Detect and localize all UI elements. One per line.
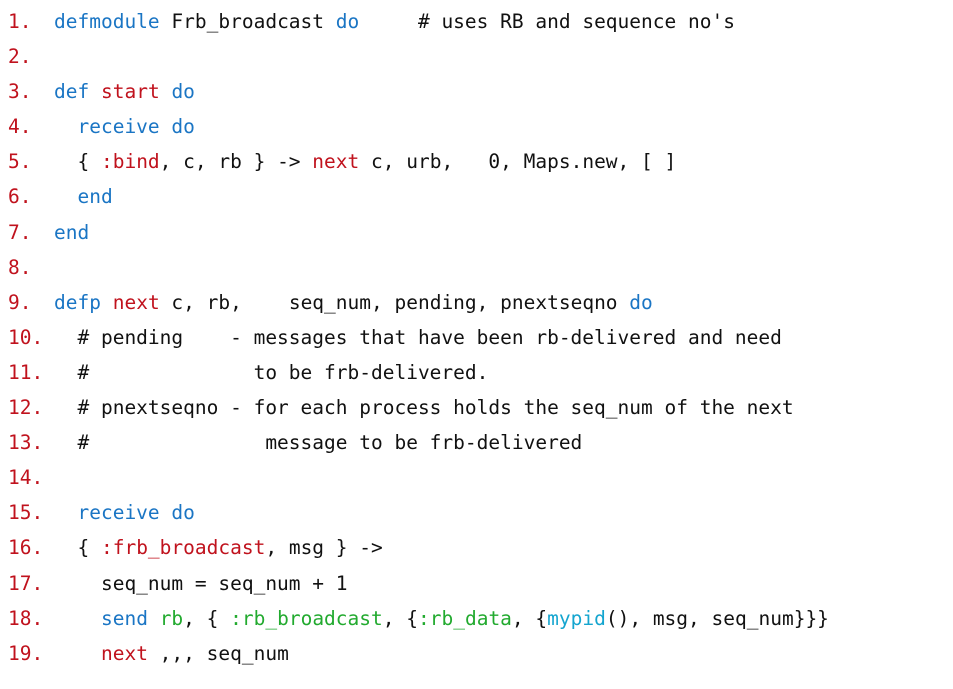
code-token: do <box>171 115 195 139</box>
code-token: , c, rb } -> <box>159 150 313 174</box>
line-number: 10. <box>8 325 44 349</box>
code-token: # to be frb-delivered. <box>54 360 489 384</box>
code-token: defp <box>54 290 101 314</box>
line-number: 16. <box>8 536 44 560</box>
code-line: 8. <box>8 250 829 285</box>
code-line: 14. <box>8 460 829 495</box>
code-line: 12. # pnextseqno - for each process hold… <box>8 390 829 425</box>
line-number: 4. <box>8 115 32 139</box>
code-token: :rb_broadcast <box>230 606 383 630</box>
code-token: , { <box>511 606 548 630</box>
code-line: 6. end <box>8 179 829 214</box>
code-token: receive <box>77 501 160 525</box>
code-token: (), msg, seq_num}}} <box>605 606 829 630</box>
code-line: 10. # pending - messages that have been … <box>8 320 829 355</box>
code-token: def <box>54 80 90 104</box>
code-token: # pending - messages that have been rb-d… <box>54 325 782 349</box>
code-token: defmodule <box>54 10 160 33</box>
line-number: 8. <box>8 255 32 279</box>
code-token: { <box>54 536 101 560</box>
code-token: ,,, seq_num <box>147 641 289 665</box>
code-token: end <box>77 185 113 209</box>
line-number: 9. <box>8 290 32 314</box>
code-token: , { <box>382 606 418 630</box>
code-token: do <box>171 80 195 104</box>
code-line: 16. { :frb_broadcast, msg } -> <box>8 530 829 565</box>
code-line: 4. receive do <box>8 109 829 144</box>
code-token: receive <box>77 115 160 139</box>
code-token: next <box>312 150 360 174</box>
code-line: 7. end <box>8 215 829 250</box>
code-token: { <box>54 150 101 174</box>
code-token: Frb_broadcast <box>159 10 336 33</box>
code-token: seq_num = seq_num + 1 <box>54 571 348 595</box>
line-number: 6. <box>8 185 32 209</box>
code-line: 17. seq_num = seq_num + 1 <box>8 566 829 601</box>
code-token: # uses RB and sequence no's <box>359 10 735 33</box>
line-number: 2. <box>8 45 32 69</box>
line-number: 17. <box>8 571 44 595</box>
code-line: 9. defp next c, rb, seq_num, pending, pne… <box>8 285 829 320</box>
line-number: 3. <box>8 80 32 104</box>
code-token: do <box>335 10 360 33</box>
code-line: 18. send rb, { :rb_broadcast, {:rb_data,… <box>8 601 829 636</box>
code-line: 11. # to be frb-delivered. <box>8 355 829 390</box>
code-token: mypid <box>547 606 606 630</box>
line-number: 18. <box>8 606 44 630</box>
line-number: 11. <box>8 360 44 384</box>
line-number: 14. <box>8 466 44 490</box>
code-token: c, urb, 0, Maps.new, [ ] <box>359 150 677 174</box>
code-line: 2. <box>8 39 829 74</box>
code-token: c, rb, seq_num, pending, pnextseqno <box>159 290 630 314</box>
code-token: :rb_data <box>418 606 512 630</box>
code-token: # message to be frb-delivered <box>54 431 583 455</box>
line-number: 1. <box>8 10 32 33</box>
code-token: next <box>112 290 160 314</box>
line-number: 7. <box>8 220 32 244</box>
code-line: 5. { :bind, c, rb } -> next c, urb, 0, M… <box>8 144 829 179</box>
code-token: end <box>54 220 90 244</box>
code-token: do <box>171 501 195 525</box>
line-number: 12. <box>8 396 44 420</box>
code-line: 3. def start do <box>8 74 829 109</box>
code-token: send <box>100 606 148 630</box>
code-token: , { <box>183 606 231 630</box>
code-token: , msg } -> <box>265 536 383 560</box>
line-number: 5. <box>8 150 32 174</box>
code-line: 19. next ,,, seq_num <box>8 636 829 671</box>
code-listing: 1. defmodule Frb_broadcast do # uses RB a… <box>8 4 829 671</box>
code-token: next <box>100 641 148 665</box>
code-line: 13. # message to be frb-delivered <box>8 425 829 460</box>
code-line: 15. receive do <box>8 495 829 530</box>
code-token: # pnextseqno - for each process holds th… <box>54 396 794 420</box>
code-token: start <box>100 80 160 104</box>
line-number: 13. <box>8 431 44 455</box>
code-token: :frb_broadcast <box>100 536 266 560</box>
code-token: do <box>629 290 653 314</box>
code-line: 1. defmodule Frb_broadcast do # uses RB a… <box>8 4 829 39</box>
line-number: 19. <box>8 641 44 665</box>
line-number: 15. <box>8 501 44 525</box>
code-token: :bind <box>100 150 160 174</box>
code-token: rb <box>159 606 184 630</box>
